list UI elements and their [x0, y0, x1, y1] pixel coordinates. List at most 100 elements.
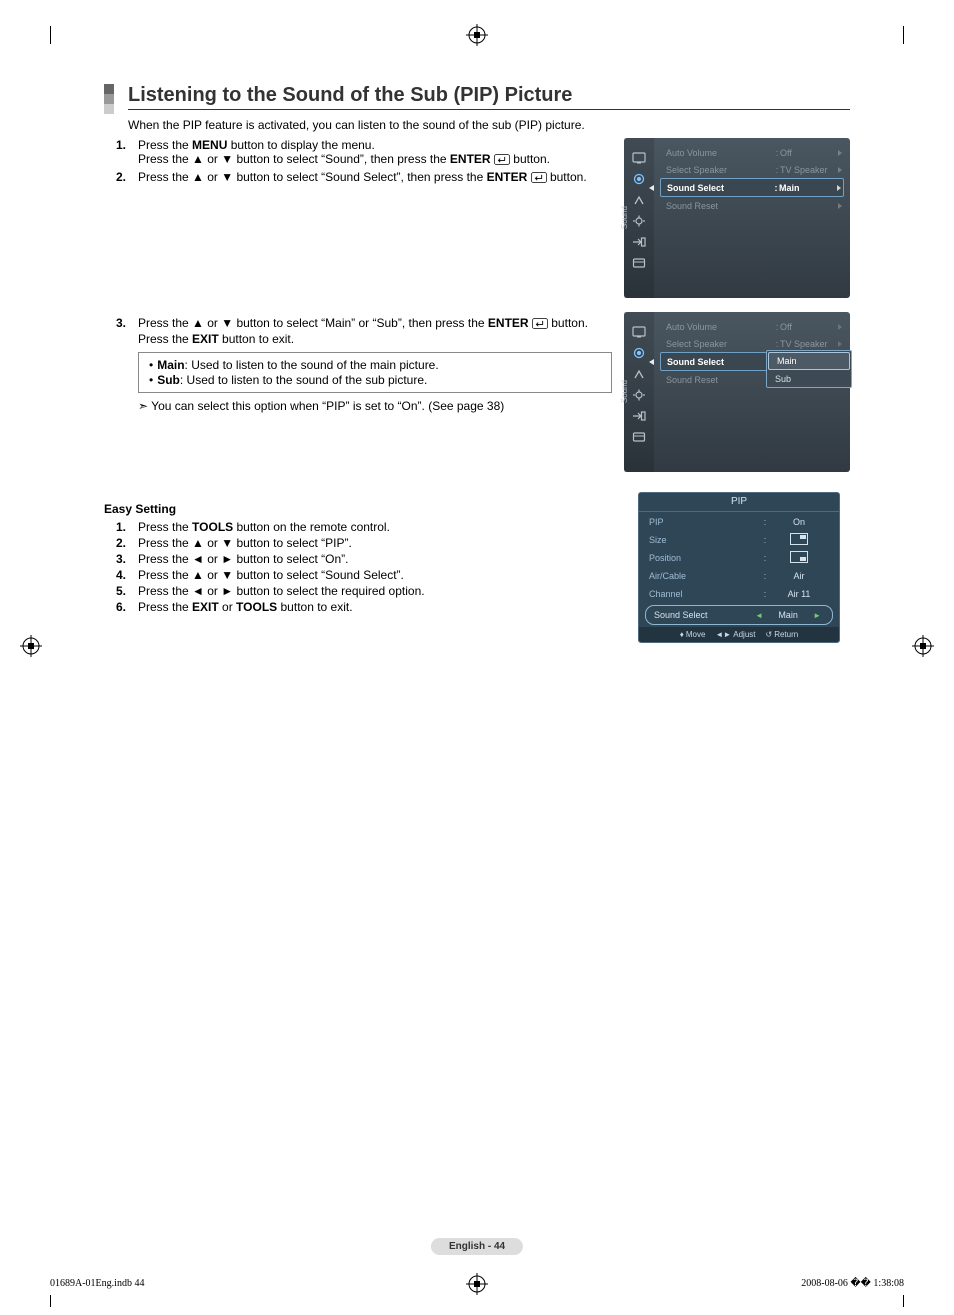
channel-icon [632, 368, 646, 380]
pip-row-value: Air [769, 571, 829, 581]
footer-timestamp: 2008-08-06 �� 1:38:08 [801, 1278, 904, 1289]
setup-icon [632, 215, 646, 227]
pip-row-label: Channel [649, 589, 761, 599]
page-number-badge: English - 44 [431, 1238, 523, 1255]
pip-tools-panel: PIP PIP:OnSize:Position:Air/Cable:AirCha… [638, 492, 840, 643]
pip-row-label: PIP [649, 517, 761, 527]
pip-sound-select-row[interactable]: Sound Select ◄ Main ► [645, 605, 833, 625]
step-item: 3. Press the ◄ or ► button to select “On”… [108, 552, 612, 566]
left-arrow-icon: ◄ [755, 611, 763, 620]
enter-icon [532, 318, 548, 332]
osd-row-label: Auto Volume [666, 322, 774, 332]
note-box: •Main: Used to listen to the sound of th… [138, 352, 612, 393]
step-body: Press the ▲ or ▼ button to select “Sound… [138, 568, 612, 582]
osd-menu-row[interactable]: Select Speaker:TV Speaker [660, 161, 844, 178]
intro-text: When the PIP feature is activated, you c… [128, 118, 850, 132]
osd-menu-row[interactable]: Sound Select:Main [660, 178, 844, 197]
osd-menu-row[interactable]: Auto Volume:Off [660, 144, 844, 161]
enter-icon [531, 172, 547, 186]
pip-row-value: Main [766, 610, 810, 620]
picture-icon [632, 152, 646, 164]
step-item: 1. Press the TOOLS button on the remote c… [108, 520, 612, 534]
pip-panel-title: PIP [639, 493, 839, 510]
pip-row[interactable]: Size: [639, 531, 839, 549]
step-number: 5. [108, 584, 126, 598]
step-body: Press the ▲ or ▼ button to select “Main”… [138, 316, 612, 346]
osd-row-value: Main [779, 183, 837, 193]
step-number: 3. [108, 552, 126, 566]
enter-icon [494, 154, 510, 168]
easy-setting-heading: Easy Setting [104, 502, 612, 516]
note-main: •Main: Used to listen to the sound of th… [147, 358, 603, 372]
osd-row-label: Sound Reset [666, 375, 780, 385]
main-steps-list: 1. Press the MENU button to display the m… [108, 138, 612, 413]
step-body: Press the ▲ or ▼ button to select “Sound… [138, 170, 612, 186]
sound-icon [632, 347, 646, 359]
registration-mark-icon [466, 24, 488, 46]
setup-icon [632, 389, 646, 401]
pip-row-value: Air 11 [769, 589, 829, 599]
osd-menu-row[interactable]: Auto Volume:Off [660, 318, 844, 335]
step-body: Press the MENU button to display the men… [138, 138, 612, 168]
pip-row[interactable]: Air/Cable:Air [639, 567, 839, 585]
osd-sound-menu-popup: Sound Auto Volume:OffSelect Speaker:TV S… [624, 312, 850, 472]
osd-menu-row[interactable]: Sound Reset [660, 197, 844, 214]
osd-row-label: Sound Reset [666, 201, 780, 211]
osd-sound-menu: Sound Auto Volume:OffSelect Speaker:TV S… [624, 138, 850, 298]
page-title: Listening to the Sound of the Sub (PIP) … [128, 84, 850, 110]
osd-row-label: Sound Select [667, 357, 773, 367]
application-icon [632, 431, 646, 443]
sound-select-popup: Main Sub [766, 350, 852, 388]
registration-mark-icon [912, 635, 934, 657]
pip-row-value: On [769, 517, 829, 527]
popup-option-sub[interactable]: Sub [767, 371, 851, 387]
step-extra: •Main: Used to listen to the sound of th… [138, 352, 612, 413]
osd-row-label: Select Speaker [666, 339, 774, 349]
osd-row-label: Select Speaker [666, 165, 774, 175]
registration-mark-icon [466, 1273, 488, 1295]
pip-row[interactable]: PIP:On [639, 513, 839, 531]
popup-option-main[interactable]: Main [768, 352, 850, 370]
step-item: 2.Press the ▲ or ▼ button to select “PIP… [108, 536, 612, 550]
application-icon [632, 257, 646, 269]
easy-steps-list: 1. Press the TOOLS button on the remote c… [108, 520, 612, 614]
step-item: 3. Press the ▲ or ▼ button to select “Mai… [108, 316, 612, 346]
osd-row-label: Sound Select [667, 183, 773, 193]
footer-filename: 01689A-01Eng.indb 44 [50, 1278, 144, 1289]
registration-mark-icon [20, 635, 42, 657]
pip-row[interactable]: Position: [639, 549, 839, 567]
channel-icon [632, 194, 646, 206]
step-item: 4. Press the ▲ or ▼ button to select “Sou… [108, 568, 612, 582]
step-number: 1. [108, 520, 126, 534]
note-sub: •Sub: Used to listen to the sound of the… [147, 373, 603, 387]
footer-return: ↺Return [766, 630, 799, 639]
step-number: 6. [108, 600, 126, 614]
step-item: 6. Press the EXIT or TOOLS button to exit… [108, 600, 612, 614]
pip-row-label: Position [649, 553, 761, 563]
title-accent-bars [104, 84, 114, 114]
pip-row[interactable]: Channel:Air 11 [639, 585, 839, 603]
pip-row-label: Air/Cable [649, 571, 761, 581]
step-body: Press the ◄ or ► button to select “On”. [138, 552, 612, 566]
right-arrow-icon: ► [813, 611, 821, 620]
osd-row-label: Auto Volume [666, 148, 774, 158]
step-item: 2.Press the ▲ or ▼ button to select “Sou… [108, 170, 612, 186]
step-number: 2. [108, 536, 126, 550]
step-body: Press the TOOLS button on the remote con… [138, 520, 612, 534]
footer-move: ♦Move [680, 630, 706, 639]
osd-row-value: TV Speaker [780, 339, 838, 349]
footer-adjust: ◄►Adjust [715, 630, 755, 639]
step-number: 1. [108, 138, 126, 168]
step-item: 5. Press the ◄ or ► button to select the … [108, 584, 612, 598]
step-body: Press the EXIT or TOOLS button to exit. [138, 600, 612, 614]
tip-note: You can select this option when “PIP” is… [138, 399, 612, 413]
osd-row-value: Off [780, 148, 838, 158]
input-icon [632, 410, 646, 422]
step-number: 3. [108, 316, 126, 346]
step-item: 1. Press the MENU button to display the m… [108, 138, 612, 168]
step-body: Press the ◄ or ► button to select the re… [138, 584, 612, 598]
picture-icon [632, 326, 646, 338]
input-icon [632, 236, 646, 248]
osd-row-value: TV Speaker [780, 165, 838, 175]
step-number: 4. [108, 568, 126, 582]
